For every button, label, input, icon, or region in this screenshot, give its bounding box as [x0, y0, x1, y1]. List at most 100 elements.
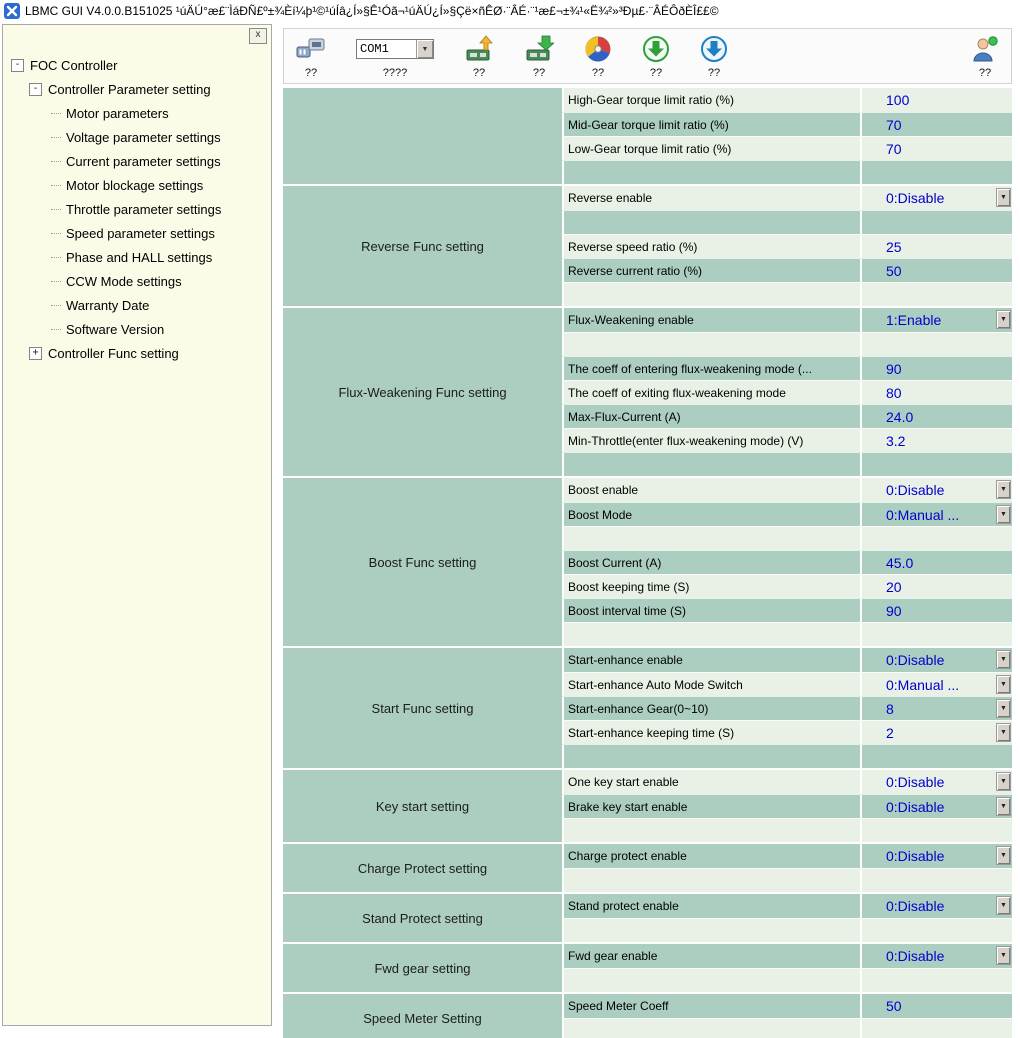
tree-item-phase-and-hall-settings[interactable]: Phase and HALL settings — [5, 245, 269, 269]
tree-item-software-version[interactable]: Software Version — [5, 317, 269, 341]
param-value: 8 — [886, 701, 894, 717]
param-value-cell[interactable]: 70 — [860, 137, 1012, 160]
com-port-value: COM1 — [357, 42, 416, 56]
param-value-cell[interactable]: 70 — [860, 113, 1012, 136]
dropdown-button[interactable]: ▼ — [996, 723, 1011, 742]
tree-item-warranty-date[interactable]: Warranty Date — [5, 293, 269, 317]
com-port-select[interactable]: COM1▼ — [356, 39, 434, 59]
param-value-cell[interactable]: 0:Disable▼ — [860, 894, 1012, 918]
connect-icon — [296, 34, 326, 64]
tree-item-label: Current parameter settings — [66, 154, 221, 169]
group-rows: Stand protect enable0:Disable▼ — [562, 894, 1012, 942]
group-block-start-func-setting: Start Func settingStart-enhance enable0:… — [283, 648, 1012, 770]
tree-item-label: FOC Controller — [30, 58, 117, 73]
param-value-cell[interactable]: 0:Disable▼ — [860, 844, 1012, 868]
sidebar-close-button[interactable]: x — [249, 28, 267, 44]
param-value: 80 — [886, 385, 902, 401]
tree-item-motor-parameters[interactable]: Motor parameters — [5, 101, 269, 125]
download-button[interactable]: ?? — [642, 31, 670, 81]
dropdown-button[interactable]: ▼ — [996, 896, 1011, 915]
param-value-cell[interactable]: 20 — [860, 575, 1012, 598]
param-label: Charge protect enable — [562, 844, 860, 868]
param-value-cell[interactable]: 0:Manual ...▼ — [860, 503, 1012, 526]
dropdown-button[interactable]: ▼ — [996, 480, 1011, 499]
dropdown-button[interactable]: ▼ — [996, 772, 1011, 791]
group-rows: Reverse enable0:Disable▼Reverse speed ra… — [562, 186, 1012, 306]
param-value-cell[interactable]: 0:Disable▼ — [860, 648, 1012, 672]
param-value-cell[interactable]: 80 — [860, 381, 1012, 404]
expand-icon[interactable]: + — [29, 347, 42, 360]
param-label: Start-enhance Gear(0~10) — [562, 697, 860, 720]
connect-button[interactable]: ?? — [296, 31, 326, 81]
dropdown-button[interactable]: ▼ — [996, 310, 1011, 329]
param-value-cell[interactable]: 100 — [860, 88, 1012, 112]
dropdown-button[interactable]: ▼ — [996, 699, 1011, 718]
param-value-cell[interactable]: 0:Disable▼ — [860, 795, 1012, 818]
spacer-cell — [860, 527, 1012, 550]
param-value-cell[interactable]: 90 — [860, 357, 1012, 380]
param-label: Low-Gear torque limit ratio (%) — [562, 137, 860, 160]
tree-item-speed-parameter-settings[interactable]: Speed parameter settings — [5, 221, 269, 245]
param-row-boost-mode: Boost Mode0:Manual ...▼ — [562, 502, 1012, 526]
param-value-cell[interactable]: 90 — [860, 599, 1012, 622]
param-value: 1:Enable — [886, 312, 941, 328]
param-value-cell[interactable]: 0:Disable▼ — [860, 478, 1012, 502]
dropdown-button[interactable]: ▼ — [996, 797, 1011, 816]
param-row-reverse-enable: Reverse enable0:Disable▼ — [562, 186, 1012, 210]
sidebar-header: x — [3, 25, 271, 45]
write-button[interactable]: ?? — [524, 31, 554, 81]
param-row-charge-protect-enable: Charge protect enable0:Disable▼ — [562, 844, 1012, 868]
tree-item-throttle-parameter-settings[interactable]: Throttle parameter settings — [5, 197, 269, 221]
dropdown-button[interactable]: ▼ — [996, 188, 1011, 207]
dropdown-button[interactable]: ▼ — [996, 946, 1011, 965]
group-block-stand-protect-setting: Stand Protect settingStand protect enabl… — [283, 894, 1012, 944]
spacer-cell — [562, 333, 860, 356]
param-label: Brake key start enable — [562, 795, 860, 818]
param-value-cell[interactable]: 0:Manual ...▼ — [860, 673, 1012, 696]
param-value-cell[interactable]: 8▼ — [860, 697, 1012, 720]
spacer-row — [562, 918, 1012, 942]
param-row-mid-gear-torque-limit-ratio: Mid-Gear torque limit ratio (%)70 — [562, 112, 1012, 136]
param-value-cell[interactable]: 24.0 — [860, 405, 1012, 428]
dropdown-button[interactable]: ▼ — [996, 675, 1011, 694]
spacer-row — [562, 968, 1012, 992]
param-value: 0:Disable — [886, 190, 944, 206]
tree-item-motor-blockage-settings[interactable]: Motor blockage settings — [5, 173, 269, 197]
user-button[interactable]: ?? — [971, 31, 999, 81]
param-value-cell[interactable]: 50 — [860, 994, 1012, 1018]
update-button[interactable]: ?? — [700, 31, 728, 81]
toolbar-item-label: ???? — [383, 67, 407, 79]
read-button[interactable]: ?? — [464, 31, 494, 81]
param-value-cell[interactable]: 3.2 — [860, 429, 1012, 452]
tree-item-voltage-parameter-settings[interactable]: Voltage parameter settings — [5, 125, 269, 149]
group-rows: Start-enhance enable0:Disable▼Start-enha… — [562, 648, 1012, 768]
com-port-dropdown-icon[interactable]: ▼ — [416, 40, 433, 58]
tree-item-ccw-mode-settings[interactable]: CCW Mode settings — [5, 269, 269, 293]
tree-connector — [51, 185, 61, 186]
param-value-cell[interactable]: 0:Disable▼ — [860, 770, 1012, 794]
param-value-cell[interactable]: 45.0 — [860, 551, 1012, 574]
param-value-cell[interactable]: 0:Disable▼ — [860, 944, 1012, 968]
tree-item-controller-parameter-setting[interactable]: -Controller Parameter setting — [5, 77, 269, 101]
dropdown-button[interactable]: ▼ — [996, 846, 1011, 865]
tree-item-current-parameter-settings[interactable]: Current parameter settings — [5, 149, 269, 173]
dropdown-button[interactable]: ▼ — [996, 650, 1011, 669]
dropdown-button[interactable]: ▼ — [996, 505, 1011, 524]
group-block-reverse-func-setting: Reverse Func settingReverse enable0:Disa… — [283, 186, 1012, 308]
spacer-row — [562, 622, 1012, 646]
param-value-cell[interactable]: 25 — [860, 235, 1012, 258]
param-value-cell[interactable]: 2▼ — [860, 721, 1012, 744]
tree-item-label: Voltage parameter settings — [66, 130, 221, 145]
param-value-cell[interactable]: 0:Disable ▼ — [860, 186, 1012, 210]
group-rows: High-Gear torque limit ratio (%)100Mid-G… — [562, 88, 1012, 184]
param-value-cell[interactable]: 1:Enable ▼ — [860, 308, 1012, 332]
spacer-row — [562, 744, 1012, 768]
collapse-icon[interactable]: - — [11, 59, 24, 72]
group-block-charge-protect-setting: Charge Protect settingCharge protect ena… — [283, 844, 1012, 894]
browse-button[interactable]: ?? — [584, 31, 612, 81]
tree-item-controller-func-setting[interactable]: +Controller Func setting — [5, 341, 269, 365]
spacer-row — [562, 282, 1012, 306]
collapse-icon[interactable]: - — [29, 83, 42, 96]
tree-item-foc-controller[interactable]: -FOC Controller — [5, 53, 269, 77]
param-value-cell[interactable]: 50 — [860, 259, 1012, 282]
